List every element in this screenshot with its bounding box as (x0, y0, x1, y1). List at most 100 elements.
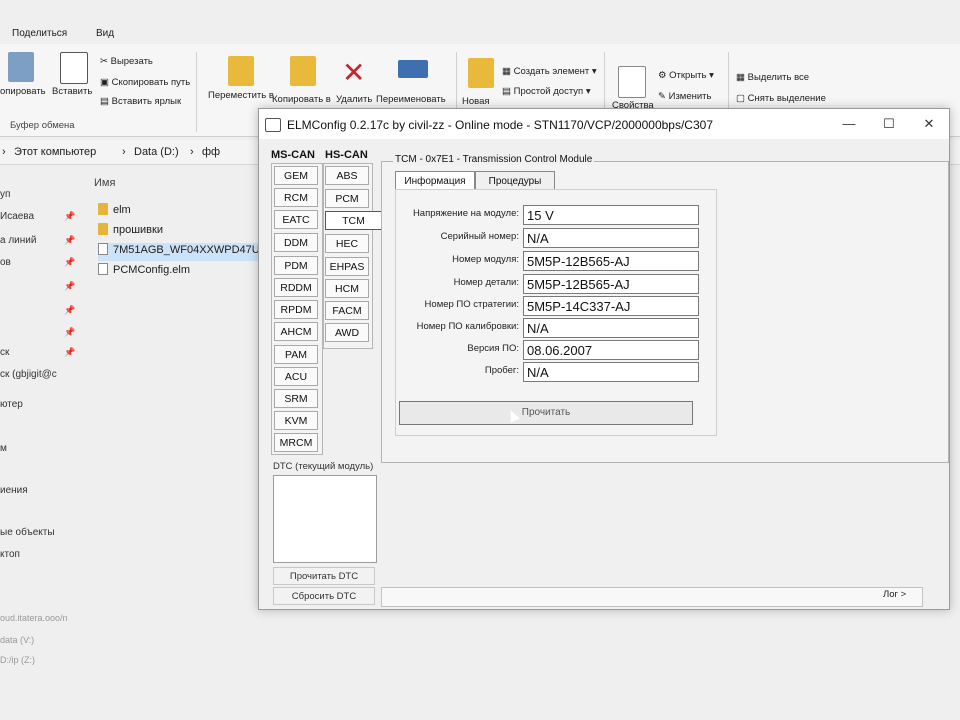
copy-icon (8, 52, 34, 82)
module-button-gem[interactable]: GEM (274, 166, 318, 185)
read-dtc-button[interactable]: Прочитать DTC (273, 567, 375, 585)
module-button-mrcm[interactable]: MRCM (274, 433, 318, 452)
nav-item[interactable]: data (V:) (0, 635, 34, 645)
nav-item[interactable]: иения (0, 485, 28, 496)
nav-item[interactable]: Исаева (0, 211, 34, 222)
title-bar[interactable]: ELMConfig 0.2.17c by civil-zz - Online m… (259, 109, 949, 139)
dtc-list[interactable] (273, 475, 377, 563)
module-button-rddm[interactable]: RDDM (274, 278, 318, 297)
elmconfig-window: ELMConfig 0.2.17c by civil-zz - Online m… (258, 108, 950, 610)
move-to-button[interactable]: Переместить в (208, 90, 274, 101)
rename-button[interactable]: Переименовать (376, 94, 446, 105)
paste-icon (60, 52, 88, 84)
clipboard-group-label: Буфер обмена (10, 120, 75, 131)
open-icon: ⚙ (658, 70, 670, 81)
tab-share[interactable]: Поделиться (12, 28, 67, 39)
minimize-button[interactable]: — (829, 109, 869, 139)
nav-item[interactable]: м (0, 443, 7, 454)
open-button[interactable]: ⚙ Открыть ▾ (658, 70, 714, 81)
nav-item[interactable]: ов (0, 257, 11, 268)
select-none-button[interactable]: ▢ Снять выделение (736, 93, 826, 104)
nav-item[interactable]: ск (gbjigit@c (0, 369, 57, 380)
select-all-icon: ▦ (736, 72, 748, 83)
module-button-kvm[interactable]: KVM (274, 411, 318, 430)
list-item[interactable]: 7M51AGB_WF04XXWPD47U3 (98, 243, 266, 261)
field-label: Версия ПО: (467, 343, 519, 354)
nav-item[interactable]: ктоп (0, 549, 20, 560)
column-header-name[interactable]: Имя (94, 177, 115, 189)
module-button-ehpas[interactable]: EHPAS (325, 257, 369, 276)
module-button-rcm[interactable]: RCM (274, 188, 318, 207)
nav-item[interactable]: а линий (0, 235, 36, 246)
panel-title: TCM - 0x7E1 - Transmission Control Modul… (393, 154, 595, 165)
ribbon-tabs: Поделиться Вид (0, 22, 960, 44)
nav-item[interactable]: D:/ip (Z:) (0, 655, 35, 665)
pin-icon: 📌 (64, 305, 76, 315)
mileage-field: N/A (523, 362, 699, 382)
software-version-field: 08.06.2007 (523, 340, 699, 360)
hs-can-label: HS-CAN (325, 149, 368, 161)
close-button[interactable]: ✕ (909, 109, 949, 139)
list-item[interactable]: прошивки (98, 223, 163, 241)
maximize-button[interactable]: ☐ (869, 109, 909, 139)
cut-button[interactable]: ✂ Вырезать (100, 56, 153, 67)
breadcrumb-folder[interactable]: фф (202, 146, 220, 158)
module-button-ddm[interactable]: DDM (274, 233, 318, 252)
copy-button[interactable]: опировать (0, 86, 46, 97)
breadcrumb-drive[interactable]: Data (D:) (134, 146, 179, 158)
module-button-hec[interactable]: HEC (325, 234, 369, 253)
easy-access-button[interactable]: ▤ Простой доступ ▾ (502, 86, 591, 97)
module-button-pam[interactable]: PAM (274, 345, 318, 364)
list-item[interactable]: elm (98, 203, 131, 221)
module-button-acu[interactable]: ACU (274, 367, 318, 386)
module-button-awd[interactable]: AWD (325, 323, 369, 342)
navigation-pane: уп Исаева а линий ов ск ск (gbjigit@c ют… (0, 165, 86, 720)
new-folder-icon (468, 58, 494, 88)
breadcrumb-computer[interactable]: Этот компьютер (14, 146, 96, 158)
calibration-field: N/A (523, 318, 699, 338)
new-folder-button[interactable]: Новая (462, 96, 490, 107)
module-button-pdm[interactable]: PDM (274, 256, 318, 275)
edit-button[interactable]: ✎ Изменить (658, 91, 711, 102)
module-button-eatc[interactable]: EATC (274, 210, 318, 229)
module-button-srm[interactable]: SRM (274, 389, 318, 408)
new-item-button[interactable]: ▦ Создать элемент ▾ (502, 66, 597, 77)
field-label: Пробег: (484, 365, 519, 376)
module-button-facm[interactable]: FACM (325, 301, 369, 320)
select-all-button[interactable]: ▦ Выделить все (736, 72, 809, 83)
list-item[interactable]: PCMConfig.elm (98, 263, 190, 281)
file-icon (98, 263, 108, 275)
copy-path-button[interactable]: ▣ Скопировать путь (100, 77, 190, 88)
paste-shortcut-button[interactable]: ▤ Вставить ярлык (100, 96, 181, 107)
module-button-hcm[interactable]: HCM (325, 279, 369, 298)
pin-icon: 📌 (64, 327, 76, 337)
nav-item[interactable]: ск (0, 347, 9, 358)
folder-icon (98, 203, 108, 215)
field-label: Номер ПО стратегии: (424, 299, 519, 310)
nav-item[interactable]: oud.itatera.ooo/n (0, 613, 68, 623)
tab-info[interactable]: Информация (395, 171, 475, 190)
module-button-pcm[interactable]: PCM (325, 189, 369, 208)
clear-dtc-button[interactable]: Сбросить DTC (273, 587, 375, 605)
module-button-abs[interactable]: ABS (325, 166, 369, 185)
paste-button[interactable]: Вставить (52, 86, 92, 97)
move-to-icon (228, 56, 254, 86)
module-button-rpdm[interactable]: RPDM (274, 300, 318, 319)
nav-item[interactable]: уп (0, 189, 10, 200)
module-button-tcm[interactable]: TCM (325, 211, 381, 230)
field-label: Серийный номер: (440, 231, 519, 242)
nav-item[interactable]: ые объекты (0, 527, 55, 538)
delete-button[interactable]: Удалить (336, 94, 372, 105)
field-label: Номер ПО калибровки: (416, 321, 519, 332)
voltage-field: 15 V (523, 205, 699, 225)
field-label: Напряжение на модуле: (412, 208, 519, 219)
strategy-field: 5M5P-14C337-AJ (523, 296, 699, 316)
pin-icon: 📌 (64, 235, 76, 245)
log-button[interactable]: Лог > (883, 589, 906, 600)
read-button[interactable]: Прочитать (399, 401, 693, 425)
nav-item[interactable]: ютер (0, 399, 23, 410)
tab-procedures[interactable]: Процедуры (475, 171, 555, 190)
copy-to-button[interactable]: Копировать в (272, 94, 331, 105)
tab-view[interactable]: Вид (96, 28, 114, 39)
module-button-ahcm[interactable]: AHCM (274, 322, 318, 341)
